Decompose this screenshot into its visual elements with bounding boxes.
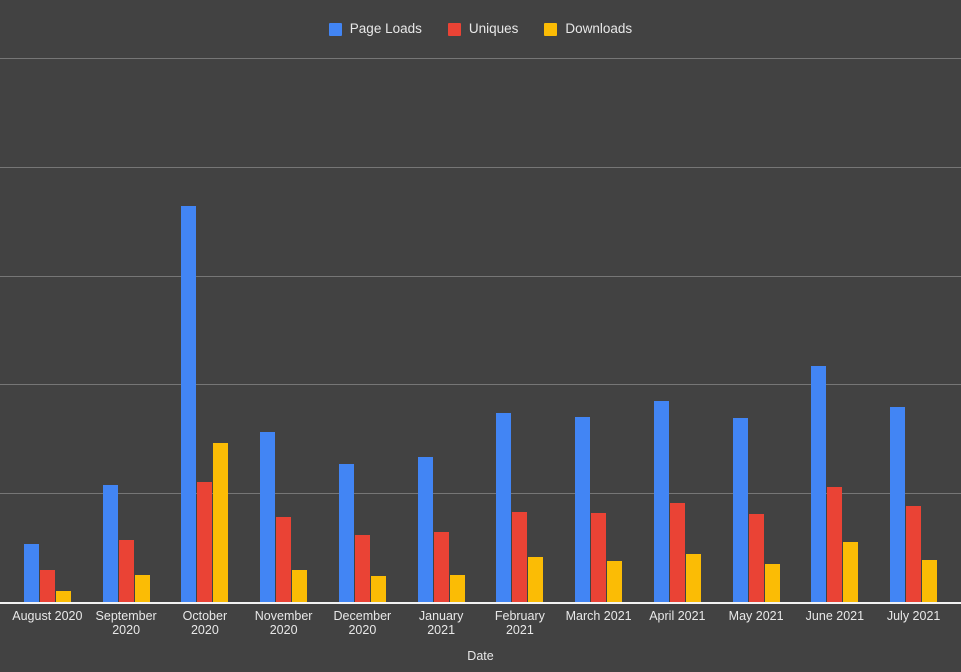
bar-chart: Page Loads Uniques Downloads August 2020 Se… [0, 0, 961, 672]
x-axis-tick-label: December 2020 [323, 604, 402, 637]
bar-downloads[interactable] [764, 564, 780, 602]
bar-page-loads[interactable] [181, 205, 197, 602]
bar-group [811, 0, 859, 602]
bar-group [653, 0, 701, 602]
x-axis-tick-line: May 2021 [728, 609, 784, 623]
bar-uniques[interactable] [39, 570, 55, 602]
x-axis-tick-label: August 2020 [8, 604, 87, 624]
x-axis-tick-label: September 2020 [87, 604, 166, 637]
x-axis-tick-line: March 2021 [565, 609, 632, 623]
bar-page-loads[interactable] [653, 400, 669, 602]
bar-uniques[interactable] [827, 486, 843, 602]
x-axis-tick-line: June 2021 [805, 609, 865, 623]
bar-uniques[interactable] [197, 482, 213, 602]
bar-group [732, 0, 780, 602]
x-axis-tick-label: February 2021 [481, 604, 560, 637]
bar-group [575, 0, 623, 602]
bar-downloads[interactable] [607, 561, 623, 602]
bar-downloads[interactable] [449, 574, 465, 602]
bar-group [260, 0, 308, 602]
x-axis-tick-line: September [95, 609, 157, 623]
bar-page-loads[interactable] [102, 484, 118, 602]
bar-downloads[interactable] [528, 557, 544, 602]
bar-page-loads[interactable] [338, 463, 354, 602]
bar-uniques[interactable] [906, 506, 922, 602]
x-axis-tick-line: 2020 [269, 622, 298, 637]
bar-page-loads[interactable] [417, 457, 433, 602]
bar-group [102, 0, 150, 602]
x-axis-tick-label: May 2021 [717, 604, 796, 624]
x-axis-ticks: August 2020 September 2020 October 2020 Novem… [0, 604, 961, 648]
bar-uniques[interactable] [669, 503, 685, 602]
bar-group [181, 0, 229, 602]
bar-group [338, 0, 386, 602]
bar-page-loads[interactable] [890, 407, 906, 602]
bar-downloads[interactable] [134, 575, 150, 602]
bar-downloads[interactable] [213, 443, 229, 602]
bar-page-loads[interactable] [575, 417, 591, 602]
x-axis-tick-label: April 2021 [638, 604, 717, 624]
bar-group [890, 0, 938, 602]
x-axis-tick-line: January [418, 609, 464, 623]
bar-downloads[interactable] [370, 575, 386, 602]
x-axis-tick-label: October 2020 [166, 604, 245, 637]
bar-page-loads[interactable] [23, 544, 39, 602]
bar-uniques[interactable] [591, 512, 607, 602]
x-axis-tick-line: April 2021 [649, 609, 706, 623]
bar-page-loads[interactable] [496, 412, 512, 602]
x-axis-tick-line: 2020 [190, 622, 219, 637]
x-axis-tick-label: March 2021 [559, 604, 638, 624]
x-axis-tick-line: February [494, 609, 545, 623]
bar-page-loads[interactable] [732, 418, 748, 602]
x-axis-tick-label: June 2021 [796, 604, 875, 624]
bars-layer [0, 0, 961, 602]
bar-group [496, 0, 544, 602]
bar-group [23, 0, 71, 602]
bar-uniques[interactable] [354, 534, 370, 602]
x-axis-tick-line: 2020 [112, 622, 141, 637]
x-axis-tick-line: November [254, 609, 313, 623]
bar-uniques[interactable] [118, 539, 134, 602]
x-axis-tick-label: July 2021 [874, 604, 953, 624]
bar-downloads[interactable] [922, 559, 938, 602]
x-axis-tick-line: October [182, 609, 228, 623]
x-axis-tick-line: July 2021 [886, 609, 941, 623]
bar-uniques[interactable] [433, 532, 449, 602]
bar-group [417, 0, 465, 602]
bar-downloads[interactable] [843, 541, 859, 602]
bar-downloads[interactable] [55, 591, 71, 602]
x-axis-title: Date [467, 649, 494, 663]
x-axis-tick-label: November 2020 [244, 604, 323, 637]
x-axis-tick-line: 2021 [505, 622, 534, 637]
bar-page-loads[interactable] [811, 365, 827, 602]
x-axis-tick-line: December [333, 609, 392, 623]
x-axis-tick-line: August 2020 [12, 609, 83, 623]
x-axis-tick-label: January 2021 [402, 604, 481, 637]
bar-uniques[interactable] [512, 511, 528, 602]
bar-downloads[interactable] [685, 553, 701, 602]
bar-uniques[interactable] [276, 517, 292, 602]
bar-uniques[interactable] [748, 513, 764, 602]
bar-downloads[interactable] [292, 570, 308, 602]
x-axis-tick-line: 2021 [427, 622, 456, 637]
bar-page-loads[interactable] [260, 432, 276, 602]
x-axis-tick-line: 2020 [348, 622, 377, 637]
